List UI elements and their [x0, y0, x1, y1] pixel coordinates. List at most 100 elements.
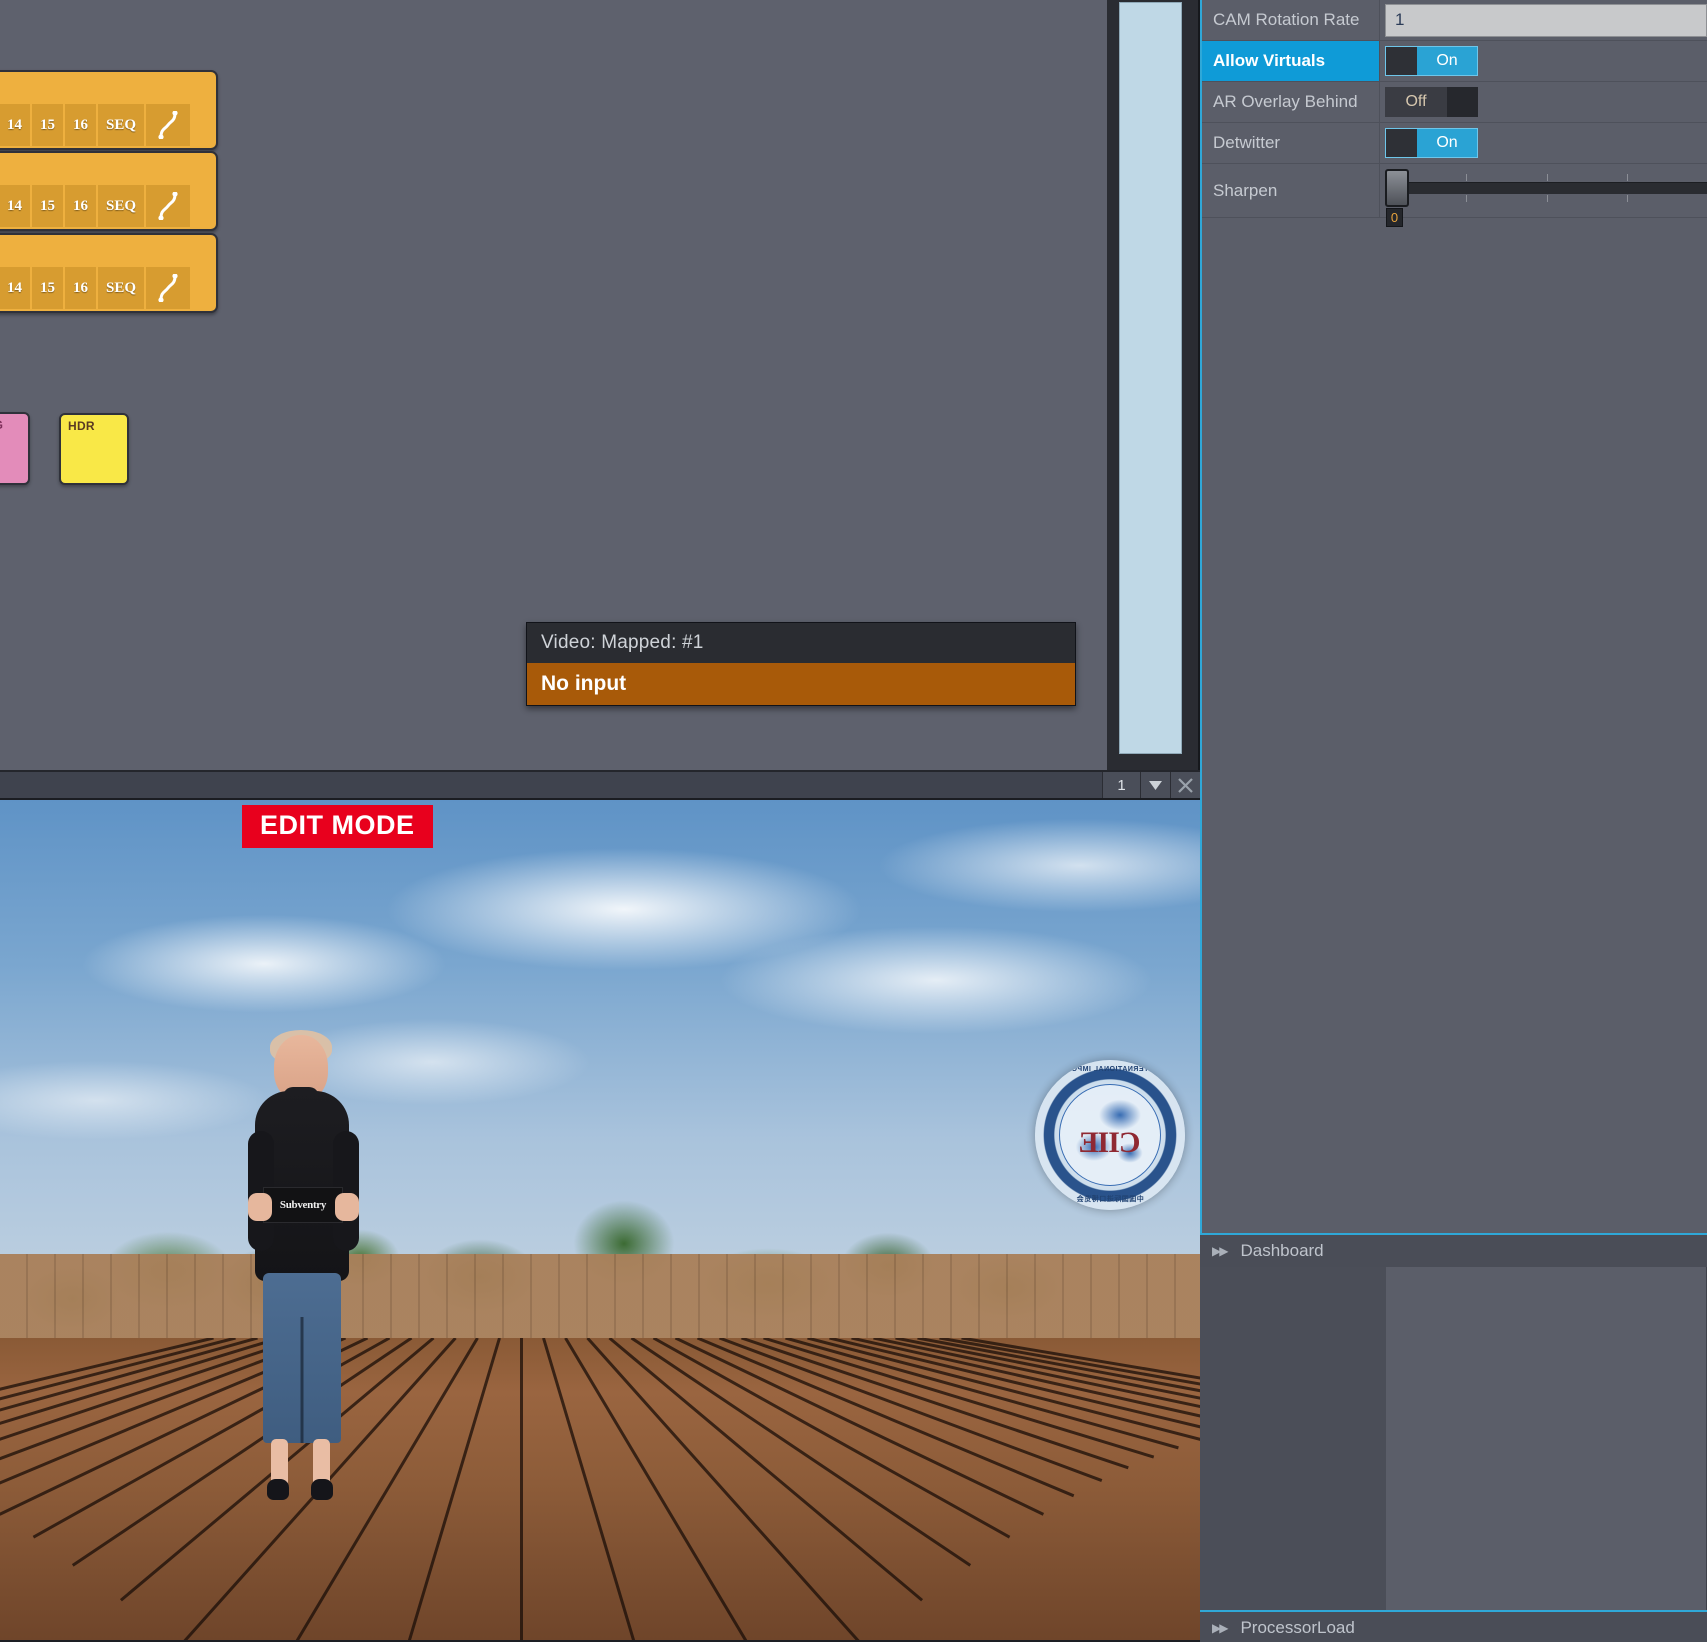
seq-cell[interactable]: 16: [65, 104, 98, 146]
layer-tile-label: ING: [0, 418, 3, 432]
seq-cell[interactable]: 15: [32, 185, 65, 227]
toggle-state-label: On: [1417, 47, 1477, 75]
toggle-state-label: On: [1417, 129, 1477, 157]
edit-mode-badge: EDIT MODE: [242, 805, 433, 848]
slider-ticks-top: [1387, 173, 1707, 181]
property-label: AR Overlay Behind: [1202, 82, 1380, 122]
property-value: On: [1380, 123, 1707, 163]
double-arrow-right-icon: ▶▶: [1212, 1621, 1229, 1635]
seq-cell-seq[interactable]: SEQ: [98, 267, 146, 309]
right-panel: CAM Rotation Rate 1 Allow Virtuals On AR…: [1107, 0, 1707, 1642]
section-label: Dashboard: [1240, 1241, 1324, 1260]
seq-cell[interactable]: 16: [65, 185, 98, 227]
property-row-detwitter[interactable]: Detwitter On: [1202, 123, 1707, 164]
property-value: 0: [1380, 164, 1707, 227]
section-label: ProcessorLoad: [1240, 1618, 1355, 1637]
seq-cell[interactable]: 15: [32, 104, 65, 146]
properties-panel: CAM Rotation Rate 1 Allow Virtuals On AR…: [1200, 0, 1707, 1233]
cam-rotation-rate-input[interactable]: 1: [1385, 3, 1707, 37]
slider-thumb[interactable]: [1385, 168, 1409, 207]
layer-tile-label: HDR: [68, 419, 95, 433]
seq-cell[interactable]: 16: [65, 267, 98, 309]
tooltip-title: Video: Mapped: #1: [527, 623, 1075, 663]
property-row-sharpen[interactable]: Sharpen 0: [1202, 164, 1707, 227]
property-row-ar-overlay-behind[interactable]: AR Overlay Behind Off: [1202, 82, 1707, 123]
section-body-fill: [1386, 1267, 1706, 1610]
tooltip-status: No input: [527, 663, 1075, 705]
deck-plank: [608, 1337, 923, 1601]
property-row-cam-rotation-rate[interactable]: CAM Rotation Rate 1: [1202, 0, 1707, 41]
presenter-tablet-text: Subventry: [279, 1199, 327, 1211]
sequencer-cells: 13 14 15 16 SEQ: [0, 104, 216, 146]
property-label: Detwitter: [1202, 123, 1380, 163]
toggle-knob: [1447, 87, 1478, 117]
seq-cell[interactable]: 14: [0, 267, 32, 309]
presenter-hand-left: [248, 1193, 272, 1221]
virtual-presenter: Subventry: [243, 1030, 363, 1500]
chevron-down-icon[interactable]: [1140, 772, 1170, 798]
s-curve-icon[interactable]: [146, 185, 192, 227]
deck-plank: [520, 1337, 523, 1640]
app-root: 13 14 15 16 SEQ 13 14 15 16: [0, 0, 1707, 1642]
s-curve-icon: [158, 111, 178, 139]
detwitter-toggle[interactable]: On: [1385, 128, 1478, 158]
allow-virtuals-toggle[interactable]: On: [1385, 46, 1478, 76]
sequencer-strip[interactable]: 13 14 15 16 SEQ: [0, 70, 218, 150]
ciie-ring-text-bottom: 中国国际进口博览会: [1076, 1196, 1144, 1203]
property-row-allow-virtuals[interactable]: Allow Virtuals On: [1202, 41, 1707, 82]
property-value: On: [1380, 41, 1707, 81]
virtual-set-deck: [0, 1337, 1200, 1640]
presenter-hand-right: [335, 1193, 359, 1221]
chevron-down-icon: [1149, 780, 1162, 790]
seq-cell[interactable]: 14: [0, 185, 32, 227]
s-curve-icon[interactable]: [146, 267, 192, 309]
preview-canvas[interactable]: [0, 800, 1200, 1640]
toggle-knob: [1386, 47, 1417, 75]
deck-plank: [564, 1337, 776, 1640]
s-curve-icon: [158, 192, 178, 220]
property-value: Off: [1380, 82, 1707, 122]
double-arrow-right-icon: ▶▶: [1212, 1244, 1229, 1258]
slider-ticks-bottom: [1387, 194, 1707, 202]
sequencer-cells: 13 14 15 16 SEQ: [0, 267, 216, 309]
section-header-dashboard[interactable]: ▶▶ Dashboard: [1200, 1233, 1707, 1267]
presenter-shoe-right: [311, 1479, 333, 1500]
sharpen-slider[interactable]: 0: [1385, 164, 1707, 227]
scrollbar-thumb[interactable]: [1119, 2, 1182, 754]
seq-cell[interactable]: 14: [0, 104, 32, 146]
close-icon: [1178, 777, 1193, 793]
ciie-ring-text-top: CHINA INTERNATIONAL IMPORT EXPO: [1036, 1066, 1184, 1073]
sharpen-value-readout: 0: [1386, 207, 1403, 227]
video-mapped-tooltip: Video: Mapped: #1 No input: [526, 622, 1076, 706]
presenter-jeans: [263, 1273, 341, 1443]
slider-track[interactable]: [1387, 181, 1707, 194]
s-curve-icon: [158, 274, 178, 302]
property-value: 1: [1380, 0, 1707, 40]
workspace-viewport[interactable]: 13 14 15 16 SEQ 13 14 15 16: [0, 0, 1200, 770]
seq-cell-seq[interactable]: SEQ: [98, 185, 146, 227]
toggle-state-label: Off: [1385, 87, 1447, 117]
preview-titlebar[interactable]: 1: [0, 770, 1200, 800]
sequencer-cells: 13 14 15 16 SEQ: [0, 185, 216, 227]
close-icon[interactable]: [1170, 772, 1200, 798]
sequencer-strip[interactable]: 13 14 15 16 SEQ: [0, 233, 218, 313]
s-curve-icon[interactable]: [146, 104, 192, 146]
seq-cell-seq[interactable]: SEQ: [98, 104, 146, 146]
layer-tile-ing[interactable]: ING: [0, 412, 30, 485]
preview-index-field[interactable]: 1: [1102, 772, 1140, 798]
preview-window: 1 EDIT MODE Subventry CHINA INTERNATIONA…: [0, 770, 1200, 1642]
layer-tile-hdr[interactable]: HDR: [59, 413, 129, 485]
ciie-logo: CHINA INTERNATIONAL IMPORT EXPO CIIE 中国国…: [1035, 1060, 1185, 1210]
property-label: Sharpen: [1202, 164, 1380, 217]
section-header-processor-load[interactable]: ▶▶ ProcessorLoad: [1200, 1610, 1707, 1642]
deck-plank: [542, 1337, 662, 1640]
sequencer-strip[interactable]: 13 14 15 16 SEQ: [0, 151, 218, 231]
ciie-center-text: CIIE: [1079, 1126, 1141, 1159]
presenter-shoe-left: [267, 1479, 289, 1500]
seq-cell[interactable]: 15: [32, 267, 65, 309]
section-body-dashboard: [1200, 1267, 1707, 1610]
toggle-knob: [1386, 129, 1417, 157]
ar-overlay-behind-toggle[interactable]: Off: [1385, 87, 1478, 117]
vertical-scrollbar[interactable]: [1107, 0, 1200, 770]
deck-plank: [381, 1337, 501, 1640]
